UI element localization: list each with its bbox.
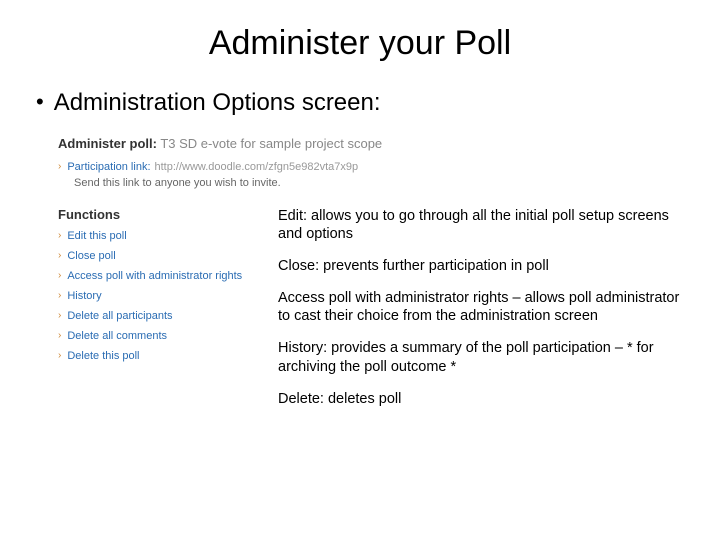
chevron-right-icon: › [58,230,61,241]
chevron-right-icon: › [58,270,61,281]
func-delete-poll[interactable]: › Delete this poll [58,350,278,362]
func-label: Edit this poll [67,230,126,242]
chevron-right-icon: › [58,161,61,172]
desc-delete: Delete: deletes poll [278,390,684,408]
bullet-icon: • [36,89,44,115]
func-history[interactable]: › History [58,290,278,302]
func-label: Delete all comments [67,330,167,342]
admin-screenshot: Administer poll: T3 SD e-vote for sample… [58,136,684,422]
desc-history: History: provides a summary of the poll … [278,339,684,375]
func-label: History [67,290,101,302]
func-close[interactable]: › Close poll [58,250,278,262]
functions-header: Functions [58,207,278,222]
func-label: Delete this poll [67,350,139,362]
descriptions-column: Edit: allows you to go through all the i… [278,207,684,422]
slide-title: Administer your Poll [36,24,684,63]
chevron-right-icon: › [58,250,61,261]
func-delete-participants[interactable]: › Delete all participants [58,310,278,322]
func-delete-comments[interactable]: › Delete all comments [58,330,278,342]
func-edit[interactable]: › Edit this poll [58,230,278,242]
admin-label: Administer poll: [58,136,157,151]
bullet-row: • Administration Options screen: [36,89,684,118]
func-label: Delete all participants [67,310,172,322]
chevron-right-icon: › [58,310,61,321]
admin-poll-header: Administer poll: T3 SD e-vote for sample… [58,136,684,151]
chevron-right-icon: › [58,330,61,341]
participation-link-row: › Participation link: http://www.doodle.… [58,161,684,173]
chevron-right-icon: › [58,350,61,361]
desc-edit: Edit: allows you to go through all the i… [278,207,684,243]
participation-link-url: http://www.doodle.com/zfgn5e982vta7x9p [155,161,359,173]
admin-poll-title: T3 SD e-vote for sample project scope [160,136,382,151]
functions-column: Functions › Edit this poll › Close poll … [58,207,278,370]
bullet-text: Administration Options screen: [54,89,381,118]
desc-access: Access poll with administrator rights – … [278,289,684,325]
chevron-right-icon: › [58,290,61,301]
desc-close: Close: prevents further participation in… [278,257,684,275]
func-label: Close poll [67,250,115,262]
participation-link-desc: Send this link to anyone you wish to inv… [74,177,684,189]
participation-link-label[interactable]: Participation link: [67,161,150,173]
func-label: Access poll with administrator rights [67,270,242,282]
func-access-admin[interactable]: › Access poll with administrator rights [58,270,278,282]
